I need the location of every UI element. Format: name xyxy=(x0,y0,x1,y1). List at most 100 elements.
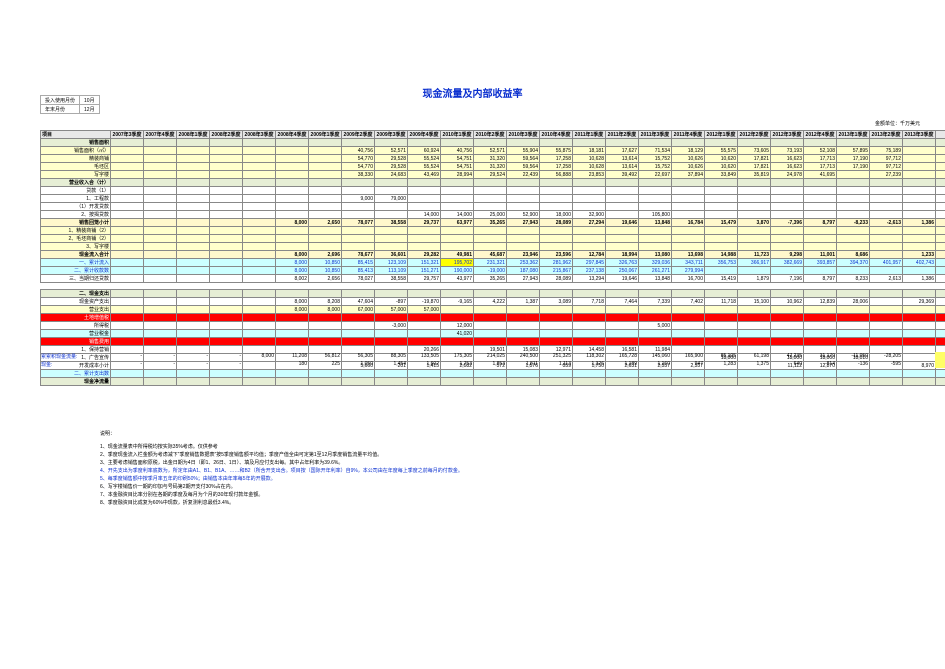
cell xyxy=(210,378,243,386)
cell: 19,646 xyxy=(606,275,639,283)
cell xyxy=(606,195,639,203)
cell xyxy=(210,163,243,171)
cell xyxy=(111,259,144,267)
cell xyxy=(738,243,771,251)
cell xyxy=(738,267,771,275)
cell xyxy=(507,338,540,346)
cell xyxy=(111,155,144,163)
cell xyxy=(177,338,210,346)
cell xyxy=(111,314,144,322)
cell xyxy=(639,139,672,147)
cell xyxy=(210,235,243,243)
cell xyxy=(177,187,210,195)
cell xyxy=(837,370,870,378)
cell: -3,000 xyxy=(375,322,408,330)
cell: -8,233 xyxy=(837,219,870,227)
cell xyxy=(870,290,903,298)
summary-cell: 1,160 xyxy=(638,360,671,368)
cell xyxy=(177,259,210,267)
cell: 54,751 xyxy=(441,163,474,171)
cell xyxy=(870,314,903,322)
cell: 29,528 xyxy=(375,155,408,163)
cell xyxy=(474,306,507,314)
cell xyxy=(309,322,342,330)
cell xyxy=(210,314,243,322)
cell xyxy=(639,187,672,195)
cell xyxy=(540,187,573,195)
cell: 123,109 xyxy=(375,259,408,267)
summary-cell: 56,812 xyxy=(308,352,341,360)
cell xyxy=(111,163,144,171)
cell xyxy=(804,227,837,235)
cell xyxy=(804,267,837,275)
cell: 404,038 xyxy=(936,259,945,267)
row-label: 现金净流量 xyxy=(41,378,111,386)
cell: 54,770 xyxy=(342,155,375,163)
cell xyxy=(144,306,177,314)
cell xyxy=(606,139,639,147)
cell: 192,482 xyxy=(936,195,945,203)
cell xyxy=(705,330,738,338)
cell xyxy=(210,298,243,306)
summary-cell: 11,208 xyxy=(275,352,308,360)
cell xyxy=(507,139,540,147)
cell xyxy=(738,314,771,322)
cell xyxy=(111,195,144,203)
cell: -19,000 xyxy=(474,267,507,275)
cell: 41,020 xyxy=(441,330,474,338)
cell xyxy=(804,195,837,203)
cell xyxy=(243,187,276,195)
cell xyxy=(243,235,276,243)
cell xyxy=(276,338,309,346)
cell xyxy=(111,330,144,338)
summary-cell: 133,505 xyxy=(407,352,440,360)
cell: 187,080 xyxy=(507,267,540,275)
cell xyxy=(672,322,705,330)
cell xyxy=(408,179,441,187)
cell: 105,800 xyxy=(639,211,672,219)
cell: 19,646 xyxy=(606,219,639,227)
cell xyxy=(177,251,210,259)
cell xyxy=(771,179,804,187)
cell xyxy=(804,243,837,251)
cell xyxy=(573,330,606,338)
cell xyxy=(870,203,903,211)
cell xyxy=(144,259,177,267)
cell xyxy=(243,227,276,235)
row-label: 销售回笼小计 xyxy=(41,219,111,227)
cell: 17,190 xyxy=(837,155,870,163)
cell: 8,797 xyxy=(804,275,837,283)
cell: 78,027 xyxy=(342,275,375,283)
cell xyxy=(672,378,705,386)
cell xyxy=(408,195,441,203)
cell xyxy=(210,195,243,203)
cell xyxy=(540,290,573,298)
summary-cell: 1,189 xyxy=(605,360,638,368)
cell xyxy=(342,243,375,251)
cell xyxy=(705,267,738,275)
cell xyxy=(705,314,738,322)
cell xyxy=(837,314,870,322)
cell: 27,943 xyxy=(507,219,540,227)
cell: 190,000 xyxy=(441,267,474,275)
cell xyxy=(903,306,936,314)
cell xyxy=(210,330,243,338)
cell xyxy=(243,338,276,346)
cell: 40,756 xyxy=(441,147,474,155)
cell: 237,138 xyxy=(573,267,606,275)
cell: 27,239 xyxy=(870,171,903,179)
cell: 24,978 xyxy=(771,171,804,179)
cell xyxy=(672,370,705,378)
cell xyxy=(738,338,771,346)
summary-row-label: 累累积现金流量: xyxy=(40,352,110,360)
cell xyxy=(474,322,507,330)
summary-cell: 118,302 xyxy=(572,352,605,360)
cell xyxy=(342,370,375,378)
cell: 22,697 xyxy=(639,171,672,179)
cell xyxy=(276,179,309,187)
cell: 469 xyxy=(936,370,945,378)
cell xyxy=(474,314,507,322)
cell xyxy=(408,330,441,338)
summary-cell: - xyxy=(176,352,209,360)
meta-row2-value: 12月 xyxy=(80,105,100,114)
